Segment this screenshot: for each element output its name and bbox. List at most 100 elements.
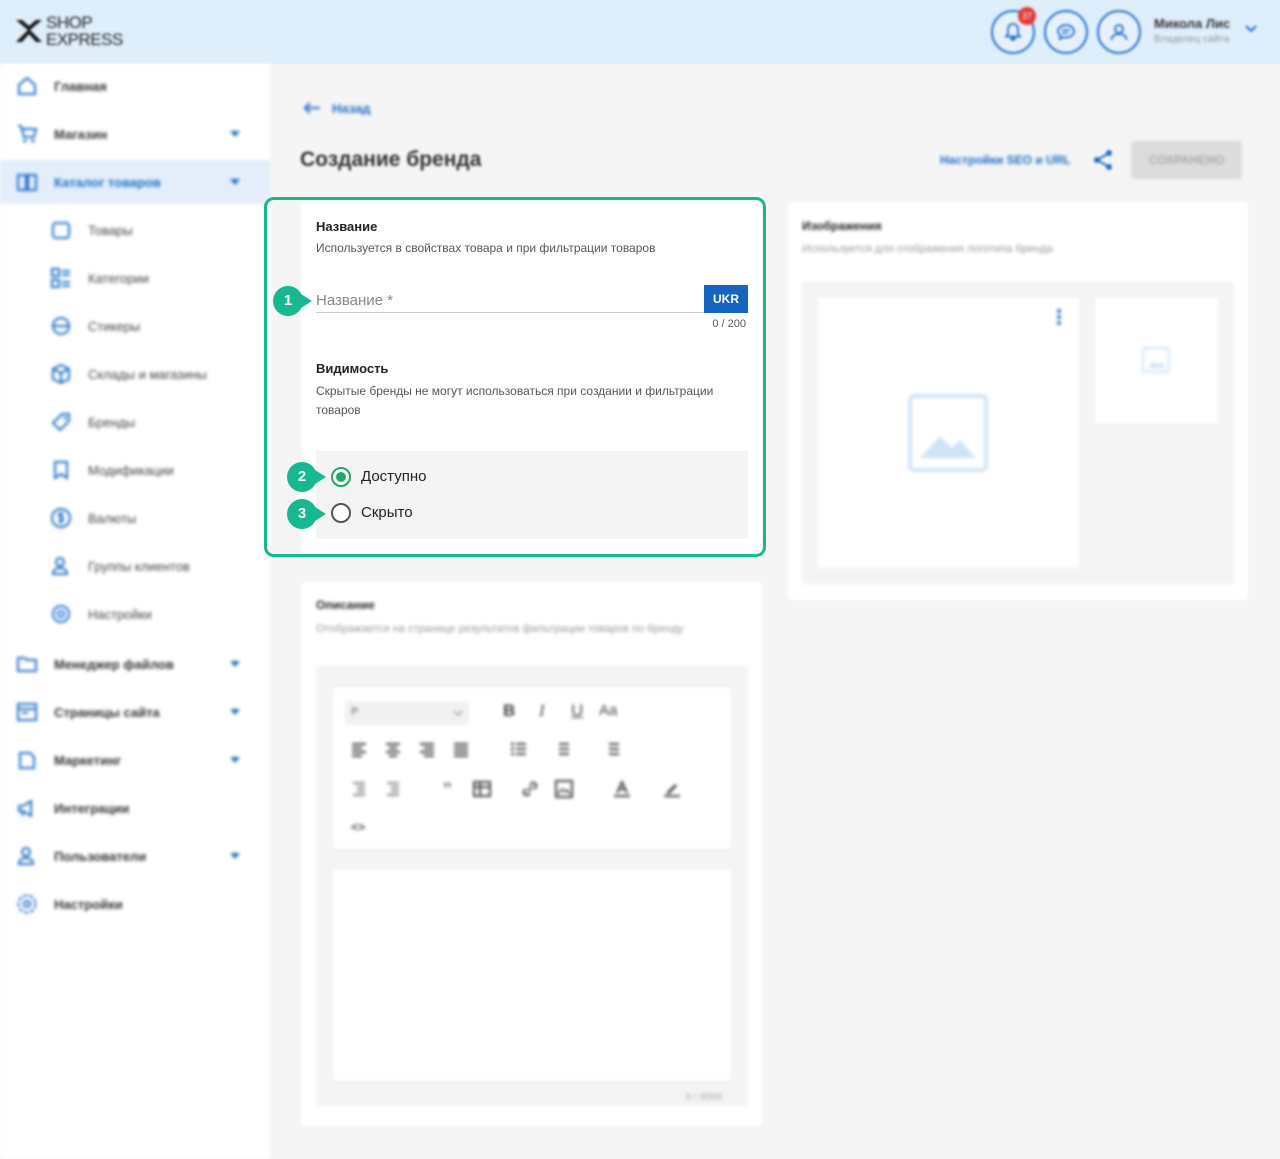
seo-settings-link[interactable]: Настройки SEO и URL — [940, 153, 1071, 167]
align-buttons-icon[interactable] — [351, 742, 501, 758]
sidebar-item-site-pages[interactable]: Страницы сайта — [0, 690, 270, 734]
description-title: Описание — [316, 598, 375, 612]
sidebar-item-label: Главная — [54, 79, 107, 94]
client-group-icon — [51, 557, 69, 575]
megaphone-icon — [18, 799, 32, 818]
caret-down-icon — [230, 661, 240, 667]
format-select[interactable]: P — [345, 701, 469, 725]
caret-down-icon — [230, 179, 240, 185]
sidebar-subitem-currencies[interactable]: Валюты — [0, 498, 270, 538]
user-icon — [1110, 24, 1128, 41]
sidebar-subitem-label: Модификации — [88, 463, 174, 478]
sticker-icon — [52, 317, 70, 335]
sidebar-item-label: Интеграции — [54, 801, 130, 816]
warehouse-icon — [52, 363, 70, 385]
shop-express-logo[interactable]: SHOP EXPRESS — [14, 14, 124, 52]
sidebar-item-integrations[interactable]: Интеграции — [0, 786, 270, 830]
source-code-button[interactable]: <> — [351, 820, 365, 834]
sidebar-item-shop[interactable]: Магазин — [0, 112, 270, 156]
sidebar-item-label: Менеджер файлов — [54, 657, 174, 672]
cart-icon — [18, 125, 38, 143]
messages-button[interactable] — [1044, 10, 1088, 54]
sidebar-subitem-products[interactable]: Товары — [0, 210, 270, 250]
user-name[interactable]: Микола Лис — [1154, 16, 1230, 31]
sidebar-subitem-brands[interactable]: Бренды — [0, 402, 270, 442]
sidebar-item-label: Магазин — [54, 127, 108, 142]
format-select-value: P — [351, 706, 359, 718]
sidebar-item-label: Страницы сайта — [54, 705, 160, 720]
home-icon — [18, 76, 36, 95]
more-vertical-icon[interactable] — [1056, 308, 1062, 326]
bold-button[interactable]: B — [503, 701, 515, 721]
editor-toolbar: P B I U Aa " <> — [332, 686, 732, 850]
top-bar: SHOP EXPRESS 37 Микола Лис Владелец сайт… — [0, 0, 1280, 64]
sidebar-item-label: Маркетинг — [54, 753, 122, 768]
save-button[interactable]: СОХРАНЕНО — [1131, 141, 1242, 179]
caret-down-icon — [230, 853, 240, 859]
page-title: Создание бренда — [300, 148, 482, 171]
modification-icon — [54, 461, 68, 480]
logo-mark-icon — [16, 20, 42, 42]
additional-image-slot[interactable] — [1095, 298, 1218, 423]
chat-icon — [1057, 24, 1075, 41]
catalog-icon — [17, 174, 37, 191]
sidebar-item-label: Пользователи — [54, 849, 147, 864]
share-icon[interactable] — [1092, 149, 1114, 171]
description-subtitle: Отображается на странице результатов фил… — [316, 623, 684, 635]
brand-tag-icon — [51, 413, 70, 432]
highlight-frame — [264, 197, 766, 557]
gear-icon — [17, 894, 37, 914]
sidebar-item-home[interactable]: Главная — [0, 64, 270, 108]
back-label: Назад — [332, 101, 371, 116]
sidebar-item-label: Настройки — [54, 897, 123, 912]
chevron-down-icon[interactable] — [1244, 24, 1258, 34]
currency-icon — [51, 508, 71, 528]
users-icon — [17, 847, 35, 865]
image-placeholder-small-icon — [1142, 347, 1170, 373]
step-marker-1: 1 — [273, 286, 312, 316]
image-insert-icon[interactable] — [555, 780, 573, 798]
indent-buttons-icon[interactable] — [351, 781, 401, 797]
sidebar-subitem-stickers[interactable]: Стикеры — [0, 306, 270, 346]
logo-text: SHOP EXPRESS — [46, 13, 123, 49]
sidebar-subitem-label: Стикеры — [88, 319, 141, 334]
folder-icon — [17, 657, 37, 672]
sidebar-item-file-manager[interactable]: Менеджер файлов — [0, 642, 270, 686]
highlight-color-icon[interactable] — [663, 780, 681, 798]
notification-count-badge: 37 — [1018, 7, 1036, 25]
user-role: Владелец сайта — [1154, 34, 1230, 45]
underline-button[interactable]: U — [571, 701, 583, 721]
sidebar-item-catalog[interactable]: Каталог товаров — [0, 160, 270, 204]
text-color-icon[interactable] — [613, 780, 631, 798]
caret-down-icon — [230, 131, 240, 137]
settings-icon — [52, 605, 70, 623]
step-marker-2: 2 — [287, 462, 326, 492]
sidebar-subitem-label: Группы клиентов — [88, 559, 190, 574]
sidebar-subitem-client-groups[interactable]: Группы клиентов — [0, 546, 270, 586]
sidebar-subitem-modifications[interactable]: Модификации — [0, 450, 270, 490]
list-buttons-icon[interactable] — [511, 742, 641, 758]
sidebar: Главная Магазин Каталог товаров Товары К… — [0, 64, 270, 1159]
quote-button[interactable]: " — [443, 777, 452, 803]
pages-icon — [17, 703, 37, 721]
caret-down-icon — [230, 757, 240, 763]
sidebar-subitem-settings[interactable]: Настройки — [0, 594, 270, 634]
link-icon[interactable] — [521, 780, 539, 798]
sidebar-subitem-warehouses[interactable]: Склады и магазины — [0, 354, 270, 394]
sidebar-item-settings[interactable]: Настройки — [0, 882, 270, 926]
product-icon — [52, 222, 70, 239]
italic-button[interactable]: I — [539, 701, 545, 721]
sidebar-item-marketing[interactable]: Маркетинг — [0, 738, 270, 782]
sidebar-subitem-label: Категории — [88, 271, 149, 286]
profile-button[interactable] — [1097, 10, 1141, 54]
sidebar-item-label: Каталог товаров — [54, 175, 162, 190]
main-image-slot[interactable] — [818, 298, 1079, 568]
font-size-button[interactable]: Aa — [599, 702, 617, 719]
sidebar-item-users[interactable]: Пользователи — [0, 834, 270, 878]
categories-icon — [51, 268, 70, 288]
images-title: Изображения — [802, 219, 882, 233]
table-icon[interactable] — [473, 781, 491, 797]
sidebar-subitem-label: Настройки — [88, 607, 152, 622]
sidebar-subitem-categories[interactable]: Категории — [0, 258, 270, 298]
description-editor[interactable] — [332, 868, 732, 1082]
